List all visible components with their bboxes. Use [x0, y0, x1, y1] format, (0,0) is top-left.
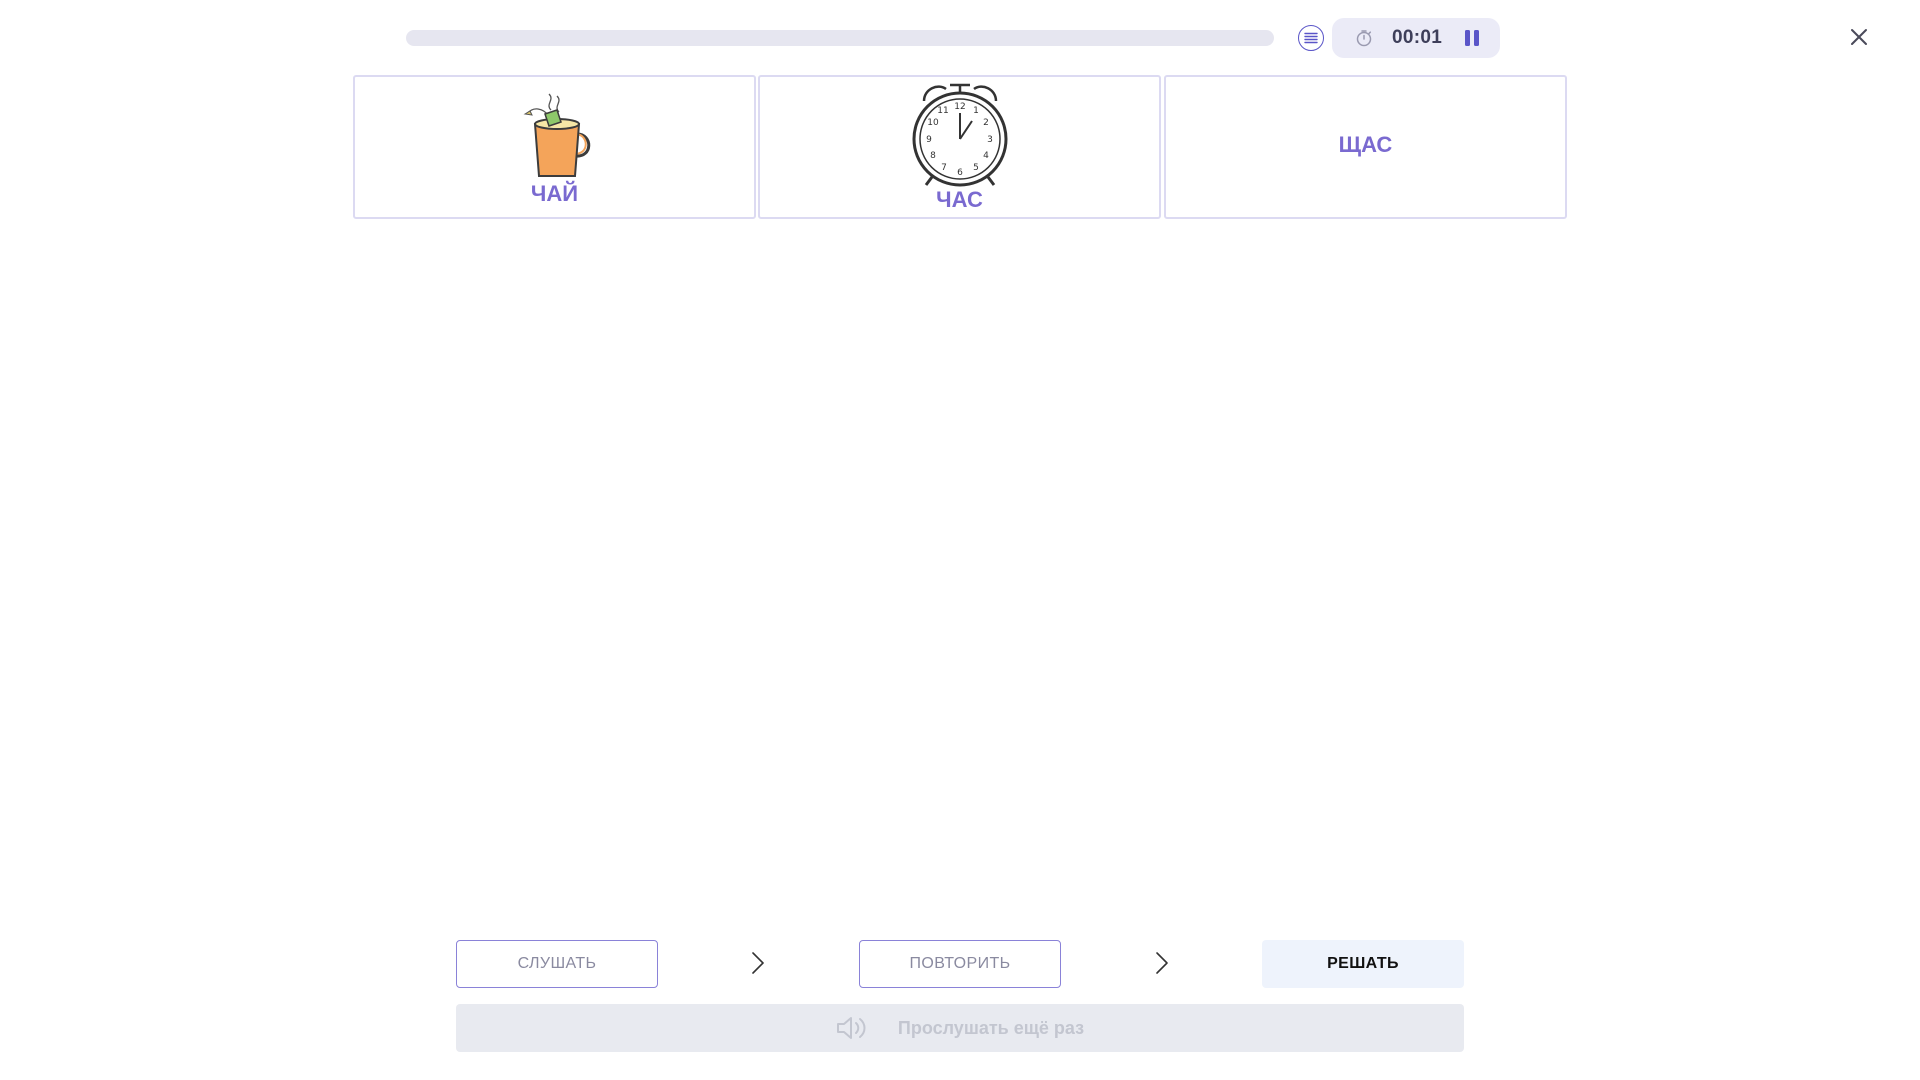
exercise-screen: 00:01 ЧАЙ 12 1 2 3 4 5 6 7 8 9 10 11 ЧАС…	[0, 0, 1920, 1080]
svg-text:2: 2	[983, 118, 989, 128]
card-word: ЩАС	[1338, 132, 1393, 157]
listen-again-button[interactable]: Прослушать ещё раз	[456, 1004, 1464, 1052]
repeat-step-button[interactable]: ПОВТОРИТЬ	[859, 940, 1061, 988]
listen-again-label: Прослушать ещё раз	[897, 1017, 1085, 1038]
pause-icon	[1465, 30, 1480, 46]
answer-card-clock[interactable]: 12 1 2 3 4 5 6 7 8 9 10 11 ЧАС	[758, 75, 1161, 219]
speaker-icon	[836, 1015, 868, 1041]
alarm-clock-icon: 12 1 2 3 4 5 6 7 8 9 10 11	[910, 81, 1010, 189]
progress-bar	[406, 30, 1274, 46]
chevron-right-icon	[1154, 950, 1170, 976]
task-list-button[interactable]	[1298, 25, 1324, 51]
tea-mug-icon	[515, 92, 595, 178]
svg-text:10: 10	[927, 118, 939, 128]
stopwatch-icon	[1354, 28, 1374, 48]
svg-text:1: 1	[973, 106, 979, 116]
svg-text:5: 5	[973, 163, 979, 173]
svg-text:4: 4	[983, 151, 989, 161]
svg-text:12: 12	[954, 102, 965, 112]
svg-text:8: 8	[930, 151, 936, 161]
answer-card-tea[interactable]: ЧАЙ	[353, 75, 756, 219]
svg-text:6: 6	[957, 168, 963, 178]
timer-panel: 00:01	[1332, 18, 1500, 58]
chevron-right-icon	[750, 950, 766, 976]
solve-step-button[interactable]: РЕШАТЬ	[1262, 940, 1464, 988]
svg-text:7: 7	[941, 163, 947, 173]
close-icon	[1851, 29, 1867, 45]
card-word: ЧАЙ	[530, 181, 579, 206]
answer-card-shchas[interactable]: ЩАС	[1164, 75, 1567, 219]
svg-text:9: 9	[926, 135, 932, 145]
svg-text:11: 11	[937, 106, 948, 116]
timer-value: 00:01	[1392, 27, 1443, 48]
svg-text:3: 3	[987, 135, 993, 145]
list-icon	[1304, 32, 1318, 44]
card-word: ЧАС	[936, 187, 983, 212]
listen-step-button[interactable]: СЛУШАТЬ	[456, 940, 658, 988]
pause-button[interactable]	[1462, 28, 1482, 48]
close-button[interactable]	[1846, 24, 1872, 50]
